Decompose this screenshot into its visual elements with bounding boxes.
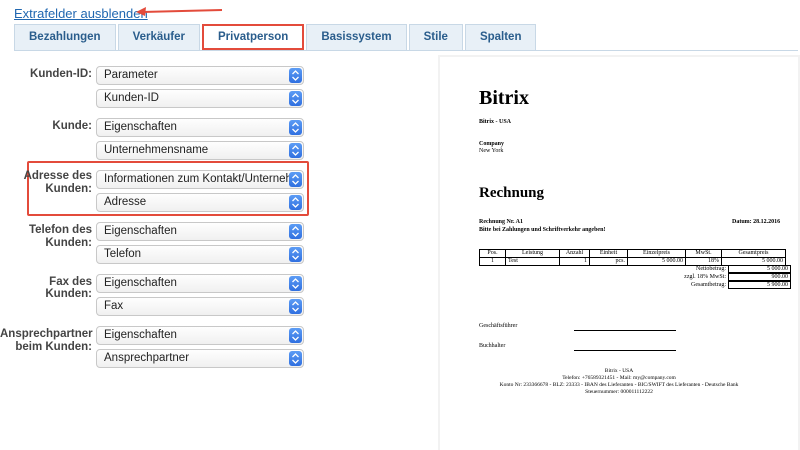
signature-ceo-line [574, 330, 676, 331]
hide-extra-fields-link[interactable]: Extrafelder ausblenden [14, 6, 148, 21]
customer-id-field-select[interactable]: Kunden-ID [96, 89, 304, 108]
tab-payments[interactable]: Bezahlungen [14, 24, 116, 50]
customer-label: Kunde: [52, 120, 92, 132]
vat-label: zzgl. 18% MwSt: [684, 274, 726, 280]
th-pos: Pos. [479, 249, 506, 258]
select-stepper-icon [289, 328, 302, 343]
select-stepper-icon [289, 120, 302, 135]
footer-company: Bitrix - USA [604, 368, 634, 374]
customer-source-select[interactable]: Eigenschaften [96, 118, 304, 137]
customer-phone-field-select[interactable]: Telefon [96, 245, 304, 264]
tab-divider [14, 50, 798, 51]
tab-base-system[interactable]: Basissystem [306, 24, 407, 50]
customer-fax-label: Fax des Kunden: [45, 276, 92, 300]
select-stepper-icon [289, 68, 302, 83]
customer-fax-source-select[interactable]: Eigenschaften [96, 274, 304, 293]
td-vat: 18% [685, 257, 722, 266]
select-stepper-icon [289, 91, 302, 106]
th-unit-price: Einzelpreis [627, 249, 686, 258]
th-qty: Anzahl [559, 249, 590, 258]
gross-value: 5 900.00 [728, 281, 791, 289]
customer-contact-person-label: Ansprechpartner beim Kunden: [0, 328, 93, 353]
footer-contact: Telefon: +76589321451 - Mail: my@company… [562, 375, 676, 381]
items-table: Pos. Leistung Anzahl Einheit Einzelpreis… [479, 249, 786, 266]
gross-label: Gesamtbetrag: [691, 282, 726, 288]
td-unit: pcs. [589, 257, 628, 266]
invoice-preview: Bitrix Bitrix - USA Company New York Rec… [440, 57, 798, 450]
customer-id-label: Kunden-ID: [30, 68, 92, 80]
signature-ceo-label: Geschäftsführer [479, 323, 518, 329]
td-unit-price: 5 000.00 [627, 257, 686, 266]
table-header-row: Pos. Leistung Anzahl Einheit Einzelpreis… [479, 249, 786, 258]
invoice-note: Bitte bei Zahlungen und Schriftverkehr a… [479, 227, 606, 233]
th-vat: MwSt. [685, 249, 722, 258]
th-unit: Einheit [589, 249, 628, 258]
td-service: Test [505, 257, 560, 266]
signature-accountant-label: Buchhalter [479, 343, 506, 349]
customer-fax-field-select[interactable]: Fax [96, 297, 304, 316]
tab-columns[interactable]: Spalten [464, 24, 537, 50]
tab-private-person[interactable]: Privatperson [202, 24, 305, 50]
customer-address-label: Adresse des Kunden: [23, 170, 92, 195]
select-stepper-icon [289, 299, 302, 314]
invoice-number: Rechnung Nr. A1 [479, 219, 523, 225]
select-stepper-icon [289, 247, 302, 262]
select-stepper-icon [289, 143, 302, 158]
customer-company: Company [479, 141, 505, 147]
customer-contact-field-select[interactable]: Ansprechpartner [96, 349, 304, 368]
tab-styles[interactable]: Stile [408, 24, 463, 50]
select-stepper-icon [289, 351, 302, 366]
company-subtitle: Bitrix - USA [479, 119, 511, 125]
customer-phone-label: Telefon des Kunden: [28, 224, 92, 249]
footer-tax: Steuernummer: 000011112222 [585, 389, 653, 395]
customer-contact-source-select[interactable]: Eigenschaften [96, 326, 304, 345]
td-pos: 1 [479, 257, 506, 266]
net-label: Nettobetrag: [696, 266, 726, 272]
customer-phone-source-select[interactable]: Eigenschaften [96, 222, 304, 241]
select-stepper-icon [289, 276, 302, 291]
customer-field-select[interactable]: Unternehmensname [96, 141, 304, 160]
select-stepper-icon [289, 172, 302, 187]
select-stepper-icon [289, 195, 302, 210]
tab-bar: Bezahlungen Verkäufer Privatperson Basis… [14, 24, 538, 51]
customer-id-source-select[interactable]: Parameter [96, 66, 304, 85]
net-value: 5 000.00 [728, 265, 791, 273]
customer-address-source-select[interactable]: Informationen zum Kontakt/Unternehmen [96, 170, 304, 189]
invoice-heading: Rechnung [479, 185, 545, 201]
footer-bank: Konto Nr: 233366678 - BLZ: 23333 - IBAN … [499, 382, 739, 388]
vat-value: 900.00 [728, 273, 791, 281]
th-total: Gesamtpreis [721, 249, 786, 258]
th-service: Leistung [505, 249, 560, 258]
customer-address-field-select[interactable]: Adresse [96, 193, 304, 212]
td-qty: 1 [559, 257, 590, 266]
tab-seller[interactable]: Verkäufer [117, 24, 200, 50]
signature-accountant-line [574, 350, 676, 351]
company-title: Bitrix [479, 87, 529, 109]
customer-city: New York [479, 148, 504, 154]
invoice-date: Datum: 28.12.2016 [732, 219, 781, 225]
annotation-arrow [136, 7, 223, 16]
select-stepper-icon [289, 224, 302, 239]
